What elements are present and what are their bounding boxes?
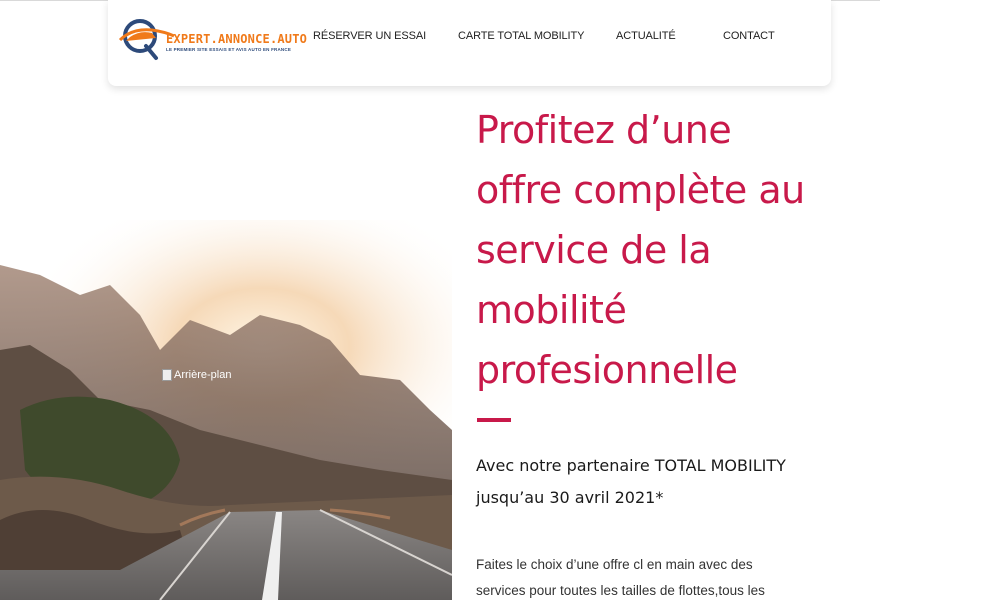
hero-background-image xyxy=(0,100,452,600)
broken-image-placeholder: Arrière-plan xyxy=(162,369,231,381)
hero-headline: Profitez d’une offre complète au service… xyxy=(476,108,805,392)
site-header: EXPERT.ANNONCE.AUTO LE PREMIER SITE ESSA… xyxy=(108,0,831,86)
hero-subline: Avec notre partenaire TOTAL MOBILITY jus… xyxy=(476,456,786,507)
site-logo[interactable]: EXPERT.ANNONCE.AUTO LE PREMIER SITE ESSA… xyxy=(118,10,307,62)
headline-accent-bar xyxy=(477,418,511,422)
nav-carte-total-mobility[interactable]: Carte TOTAL MOBILITY xyxy=(458,30,584,42)
hero-body-text: Faites le choix d’une offre cl en main a… xyxy=(476,557,765,598)
logo-tagline: LE PREMIER SITE ESSAIS ET AVIS AUTO EN F… xyxy=(166,47,292,52)
broken-image-icon xyxy=(162,369,172,381)
nav-contact[interactable]: Contact xyxy=(723,30,775,42)
broken-image-alt: Arrière-plan xyxy=(174,369,232,381)
nav-reserver-essai[interactable]: Réserver un essai xyxy=(313,30,426,42)
logo-wordmark: EXPERT.ANNONCE.AUTO xyxy=(166,32,308,46)
nav-actualite[interactable]: Actualité xyxy=(616,30,676,42)
